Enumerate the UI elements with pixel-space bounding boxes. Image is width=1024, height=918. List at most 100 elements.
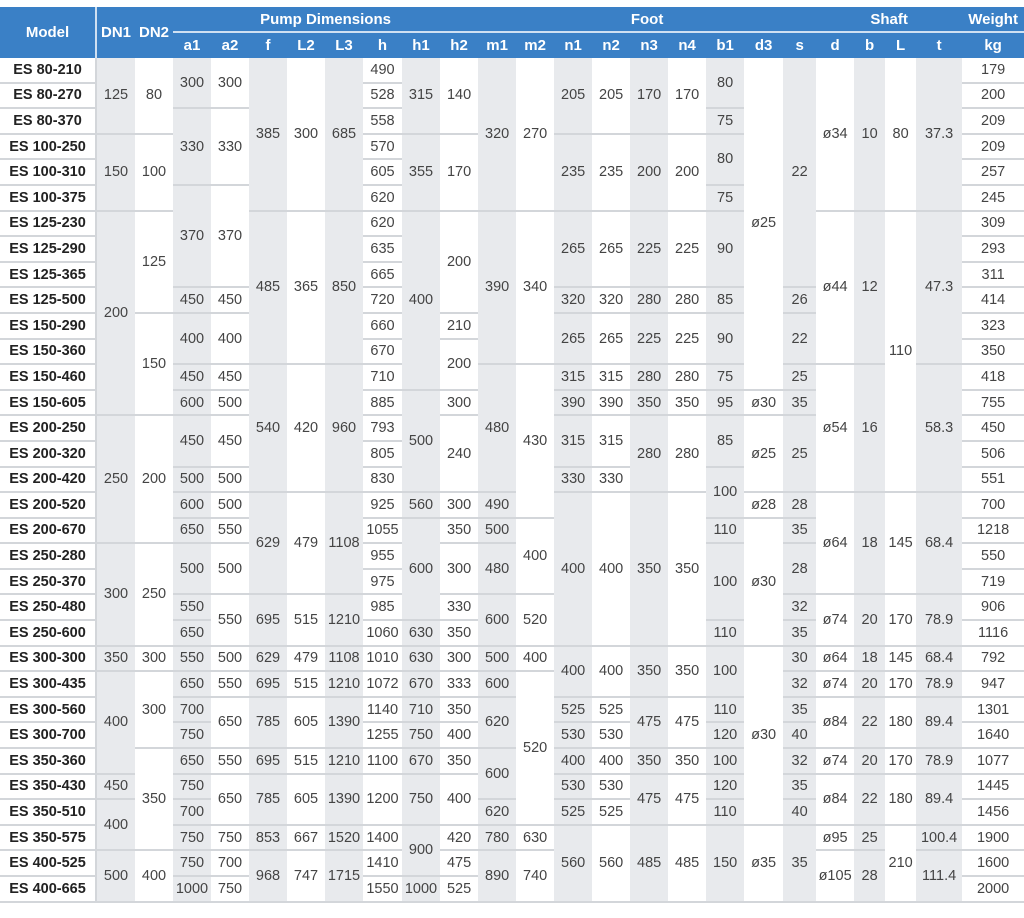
cell-h: 660 — [363, 312, 402, 340]
cell-b1: 110 — [706, 696, 745, 724]
cell-a2: 370 — [211, 184, 249, 289]
header-d: d — [816, 32, 855, 58]
model-cell: ES 150-605 — [0, 389, 97, 417]
cell-l2: 420 — [287, 364, 325, 494]
cell-l: 180 — [885, 773, 917, 826]
cell-h2: 240 — [440, 415, 479, 494]
model-cell: ES 250-480 — [0, 594, 97, 622]
cell-kg: 2000 — [962, 876, 1024, 903]
cell-m1: 600 — [478, 748, 517, 801]
cell-m1: 600 — [478, 594, 517, 647]
cell-b1: 95 — [706, 389, 745, 417]
cell-dn1: 250 — [96, 415, 135, 545]
cell-m1: 480 — [478, 543, 517, 596]
cell-h2: 350 — [440, 748, 479, 775]
table-row: ES 400-525 500 400 750 700 968 747 1715 1410 475 8… — [0, 850, 1024, 903]
cell-d: ø54 — [816, 364, 855, 494]
cell-n1: 525 — [554, 696, 593, 724]
cell-n1: 525 — [554, 799, 593, 826]
cell-dn2: 200 — [135, 415, 173, 545]
cell-a1: 750 — [173, 824, 211, 852]
cell-m2: 270 — [516, 58, 555, 212]
cell-l3: 1210 — [325, 671, 363, 698]
cell-l: 170 — [885, 671, 917, 698]
header-dn2: DN2 — [135, 7, 173, 58]
table-body: ES 80-210 125 80 300 300 385 300 685 490 315 140 32… — [0, 58, 1024, 903]
model-cell: ES 200-520 — [0, 492, 97, 519]
header-l2: L2 — [287, 32, 325, 58]
cell-m2: 520 — [516, 671, 555, 826]
cell-b1: 110 — [706, 620, 745, 647]
cell-d3: ø30 — [744, 517, 784, 647]
cell-s: 25 — [783, 415, 817, 494]
cell-b1: 90 — [706, 312, 745, 366]
cell-kg: 755 — [962, 389, 1024, 417]
cell-n4: 280 — [668, 415, 707, 494]
cell-h: 955 — [363, 543, 402, 570]
cell-l3: 960 — [325, 364, 363, 494]
header-b: b — [854, 32, 886, 58]
cell-h2: 350 — [440, 696, 479, 724]
cell-kg: 1640 — [962, 722, 1024, 750]
cell-l2: 667 — [287, 824, 325, 852]
cell-d3: ø35 — [744, 824, 784, 903]
cell-h: 620 — [363, 184, 402, 212]
model-cell: ES 100-310 — [0, 159, 97, 186]
cell-l3: 1108 — [325, 645, 363, 673]
cell-b1: 90 — [706, 210, 745, 289]
cell-l: 80 — [885, 58, 917, 212]
cell-a2: 450 — [211, 287, 249, 314]
cell-f: 968 — [249, 850, 287, 903]
model-cell: ES 400-525 — [0, 850, 97, 877]
cell-a1: 500 — [173, 466, 211, 494]
cell-kg: 947 — [962, 671, 1024, 698]
cell-m1: 490 — [478, 492, 517, 519]
cell-l: 180 — [885, 696, 917, 750]
cell-f: 629 — [249, 645, 287, 673]
cell-h: 528 — [363, 82, 402, 110]
cell-n3: 485 — [630, 824, 669, 903]
cell-n1: 390 — [554, 389, 593, 417]
cell-n1: 530 — [554, 773, 593, 801]
cell-m2: 430 — [516, 364, 555, 519]
cell-b1: 85 — [706, 415, 745, 468]
cell-a2: 500 — [211, 492, 249, 519]
cell-kg: 200 — [962, 82, 1024, 110]
cell-a2: 550 — [211, 671, 249, 698]
header-model: Model — [0, 7, 97, 58]
cell-dn1: 400 — [96, 799, 135, 852]
cell-h: 1400 — [363, 824, 402, 852]
cell-a1: 700 — [173, 696, 211, 724]
table-row: ES 80-210 125 80 300 300 385 300 685 490 315 140 32… — [0, 58, 1024, 391]
cell-s: 35 — [783, 696, 817, 724]
model-cell: ES 125-290 — [0, 236, 97, 263]
cell-h: 1100 — [363, 748, 402, 775]
cell-a1: 600 — [173, 389, 211, 417]
model-cell: ES 350-430 — [0, 773, 97, 801]
cell-a1: 300 — [173, 58, 211, 110]
cell-b1: 80 — [706, 133, 745, 186]
header-d3: d3 — [744, 32, 784, 58]
cell-b: 16 — [854, 364, 886, 494]
cell-b1: 110 — [706, 517, 745, 545]
cell-n4: 350 — [668, 492, 707, 647]
model-cell: ES 150-360 — [0, 338, 97, 366]
cell-b1: 150 — [706, 824, 745, 903]
cell-a1: 750 — [173, 850, 211, 877]
cell-a2: 750 — [211, 824, 249, 852]
cell-h: 1200 — [363, 773, 402, 826]
cell-a1: 550 — [173, 645, 211, 673]
cell-d: ø64 — [816, 492, 855, 596]
cell-l3: 1390 — [325, 773, 363, 826]
cell-kg: 1116 — [962, 620, 1024, 647]
cell-s: 40 — [783, 799, 817, 826]
cell-h: 1072 — [363, 671, 402, 698]
cell-h2: 200 — [440, 210, 479, 314]
cell-h1: 630 — [402, 620, 440, 647]
cell-n2: 530 — [592, 722, 631, 750]
cell-kg: 450 — [962, 415, 1024, 442]
cell-l3: 685 — [325, 58, 363, 212]
cell-l: 210 — [885, 824, 917, 903]
cell-h2: 400 — [440, 773, 479, 826]
cell-a2: 500 — [211, 645, 249, 673]
